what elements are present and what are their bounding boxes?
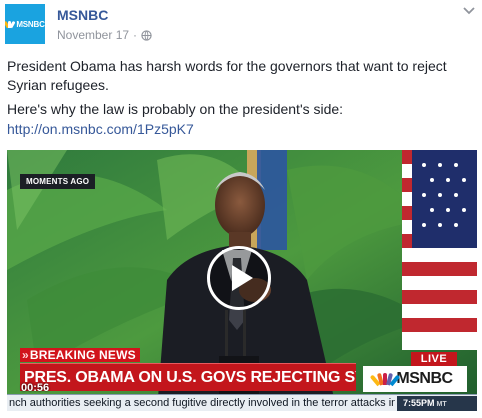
globe-icon[interactable]	[141, 29, 152, 41]
page-name-link[interactable]: MSNBC	[57, 7, 108, 23]
ticker-time: 7:55PM	[403, 398, 435, 408]
video-player[interactable]: MOMENTS AGO »BREAKING NEWS PRES. OBAMA O…	[7, 150, 477, 411]
post-date[interactable]: November 17	[57, 28, 129, 42]
avatar-logo: MSNBC	[5, 19, 45, 29]
page-avatar[interactable]: MSNBC	[5, 4, 45, 44]
post-message: President Obama has harsh words for the …	[7, 58, 447, 93]
peacock-icon	[370, 372, 401, 387]
network-logo-text: MSNBC	[396, 370, 453, 387]
avatar-text: MSNBC	[16, 19, 45, 29]
network-logo: MSNBC	[363, 366, 467, 392]
ticker-timezone: MT	[436, 401, 447, 408]
live-badge: LIVE	[411, 352, 457, 366]
peacock-logo-icon	[5, 20, 16, 28]
ticker-clock: 7:55PM MT	[397, 396, 477, 411]
meta-separator: ·	[133, 28, 138, 42]
post-message-secondary: Here's why the law is probably on the pr…	[7, 101, 344, 117]
article-link[interactable]: http://on.msnbc.com/1Pz5pK7	[7, 120, 194, 139]
news-ticker: nch authorities seeking a second fugitiv…	[7, 394, 477, 411]
ticker-text: nch authorities seeking a second fugitiv…	[9, 397, 395, 409]
facebook-post: MSNBC MSNBC November 17 · President Obam…	[0, 0, 482, 418]
post-meta: November 17 ·	[57, 28, 152, 42]
chevron-down-icon[interactable]	[462, 6, 476, 16]
breaking-arrows: »	[22, 348, 29, 362]
breaking-news-banner: »BREAKING NEWS	[20, 348, 140, 362]
moments-ago-badge: MOMENTS AGO	[20, 174, 96, 189]
play-icon	[231, 265, 253, 291]
play-button[interactable]	[207, 246, 271, 310]
headline-banner: PRES. OBAMA ON U.S. GOVS REJECTING SYRIA…	[20, 363, 356, 391]
breaking-news-label: BREAKING NEWS	[29, 348, 136, 362]
elapsed-time: 00:56	[21, 382, 50, 394]
